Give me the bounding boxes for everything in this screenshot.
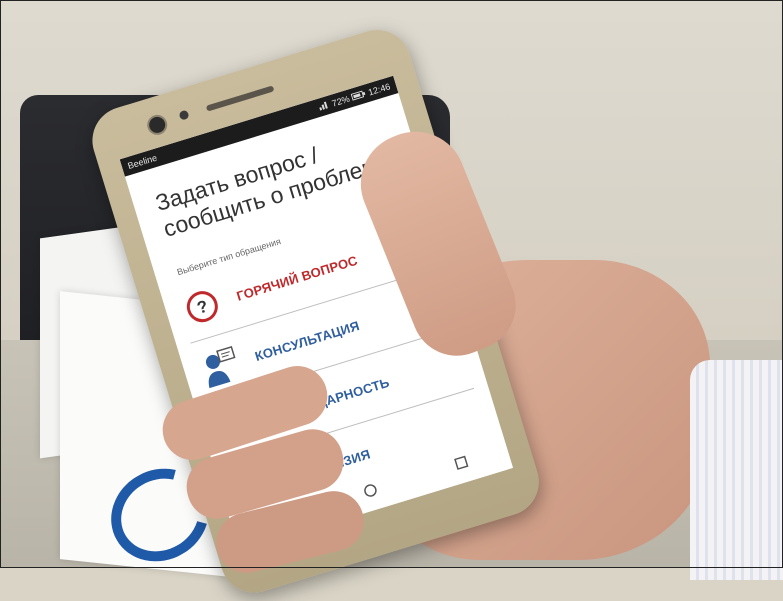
option-label: ГОРЯЧИЙ ВОПРОС — [234, 252, 360, 304]
recents-square-icon[interactable] — [438, 442, 485, 482]
option-label: КОНСУЛЬТАЦИЯ — [252, 317, 362, 364]
shirt-sleeve — [690, 360, 783, 580]
question-circle-icon: ? — [175, 279, 230, 334]
signal-icon — [318, 100, 330, 112]
battery-percent: 72% — [330, 93, 351, 109]
battery-icon — [351, 89, 367, 103]
front-camera — [144, 112, 170, 138]
proximity-sensor — [178, 109, 190, 121]
earpiece-speaker — [205, 85, 275, 112]
svg-text:?: ? — [195, 297, 210, 318]
